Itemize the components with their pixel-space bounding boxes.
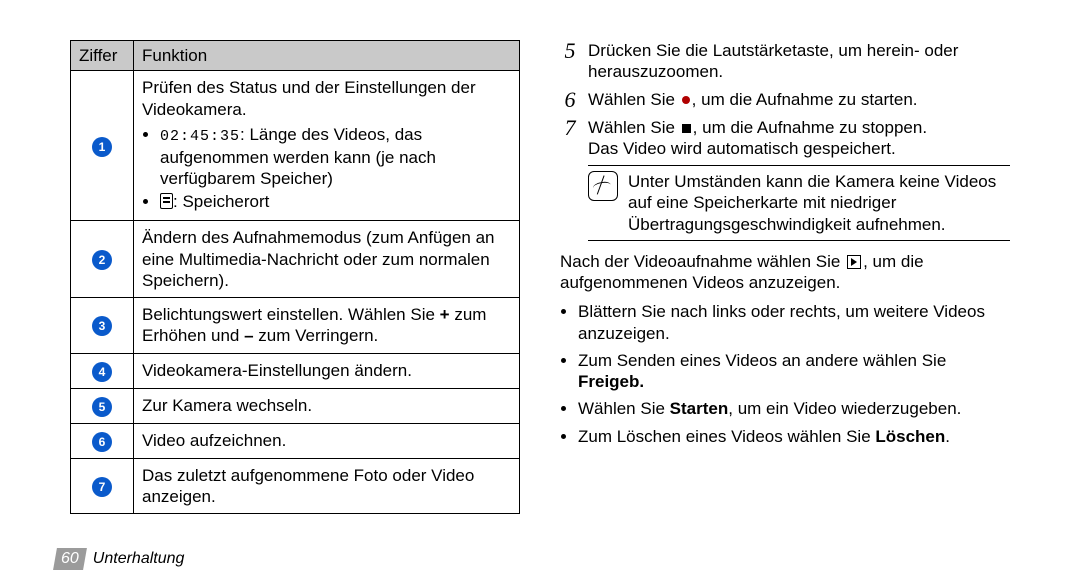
table-row: 1 Prüfen des Status und der Einstellunge…: [71, 71, 520, 221]
row-number-5: 5: [92, 397, 112, 417]
col-header-ziffer: Ziffer: [71, 41, 134, 71]
row1-lead: Prüfen des Status und der Einstellungen …: [142, 77, 511, 120]
note-text: Unter Umständen kann die Kamera keine Vi…: [628, 171, 1010, 235]
list-item: Zum Senden eines Videos an andere wählen…: [578, 350, 1010, 393]
row1-bullet1: 02:45:35: Länge des Videos, das aufgenom…: [160, 124, 511, 189]
row-number-7: 7: [92, 477, 112, 497]
section-title: Unterhaltung: [93, 549, 185, 569]
note-icon: [588, 171, 618, 201]
steps-list: 5 Drücken Sie die Lautstärketaste, um he…: [560, 40, 1010, 159]
right-column: 5 Drücken Sie die Lautstärketaste, um he…: [560, 40, 1010, 514]
stop-icon: [682, 124, 691, 133]
row-number-1: 1: [92, 137, 112, 157]
table-row: 3 Belichtungswert einstellen. Wählen Sie…: [71, 298, 520, 354]
storage-icon: [160, 193, 173, 209]
row3-text: Belichtungswert einstellen. Wählen Sie +…: [134, 298, 520, 354]
note-box: Unter Umständen kann die Kamera keine Vi…: [588, 165, 1010, 241]
row-number-4: 4: [92, 362, 112, 382]
step-6: 6 Wählen Sie , um die Aufnahme zu starte…: [560, 89, 1010, 111]
record-icon: [682, 96, 690, 104]
after-bullets: Blättern Sie nach links oder rechts, um …: [560, 301, 1010, 447]
page-number: 60: [53, 548, 87, 570]
page-footer: 60 Unterhaltung: [55, 548, 184, 570]
list-item: Zum Löschen eines Videos wählen Sie Lösc…: [578, 426, 1010, 447]
function-table: Ziffer Funktion 1 Prüfen des Status und …: [70, 40, 520, 514]
step-5: 5 Drücken Sie die Lautstärketaste, um he…: [560, 40, 1010, 83]
row1-bullet2: : Speicherort: [160, 191, 511, 212]
table-row: 2 Ändern des Aufnahmemodus (zum Anfügen …: [71, 221, 520, 298]
left-column: Ziffer Funktion 1 Prüfen des Status und …: [70, 40, 520, 514]
table-row: 7 Das zuletzt aufgenommene Foto oder Vid…: [71, 458, 520, 514]
table-row: 5 Zur Kamera wechseln.: [71, 388, 520, 423]
after-record-paragraph: Nach der Videoaufnahme wählen Sie , um d…: [560, 251, 1010, 294]
col-header-funktion: Funktion: [134, 41, 520, 71]
play-icon: [847, 255, 861, 269]
step-7: 7 Wählen Sie , um die Aufnahme zu stoppe…: [560, 117, 1010, 160]
list-item: Wählen Sie Starten, um ein Video wiederz…: [578, 398, 1010, 419]
table-row: 4 Videokamera-Einstellungen ändern.: [71, 353, 520, 388]
row-number-3: 3: [92, 316, 112, 336]
table-row: 6 Video aufzeichnen.: [71, 423, 520, 458]
step-number-7: 7: [560, 117, 580, 160]
list-item: Blättern Sie nach links oder rechts, um …: [578, 301, 1010, 344]
step-number-6: 6: [560, 89, 580, 111]
step-number-5: 5: [560, 40, 580, 83]
row-number-6: 6: [92, 432, 112, 452]
video-length-timestamp: 02:45:35: [160, 128, 240, 145]
row-number-2: 2: [92, 250, 112, 270]
